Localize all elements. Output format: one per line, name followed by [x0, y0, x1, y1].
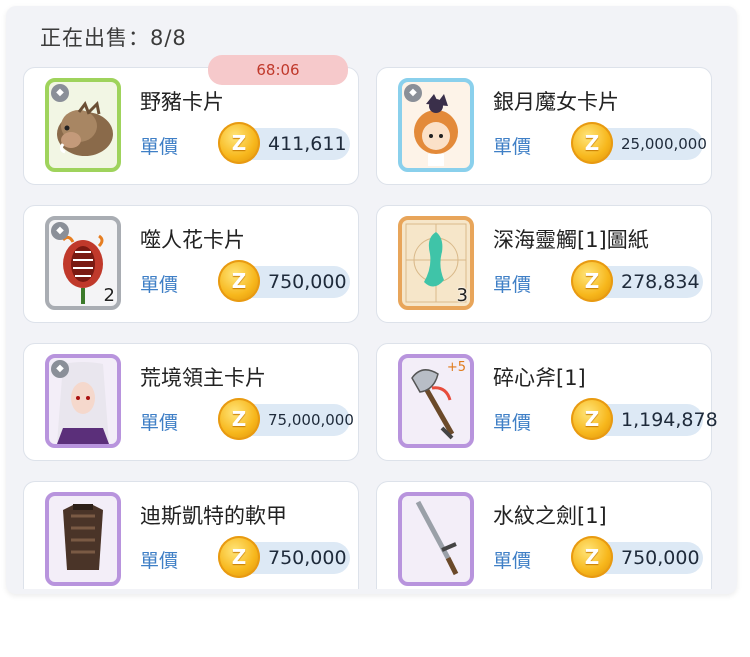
silver-moon-witch-card-icon: ◆: [398, 78, 474, 172]
listing-card-wasteland-lord[interactable]: ◆ 荒境領主卡片 單價 Z 75,000,000: [23, 343, 359, 461]
zeny-coin-icon: Z: [571, 398, 613, 440]
item-quantity: 2: [103, 285, 115, 306]
wasteland-lord-card-icon: ◆: [45, 354, 121, 448]
selling-count-title: 正在出售：8/8: [40, 26, 187, 50]
item-price: 411,611: [268, 133, 347, 155]
refine-level: +5: [446, 360, 466, 375]
price-pill: Z 25,000,000: [571, 122, 707, 164]
item-name: 水紋之劍[1]: [493, 504, 607, 528]
listing-card-sword[interactable]: 水紋之劍[1] 單價 Z 750,000: [376, 481, 712, 589]
man-eater-flower-card-icon: ◆ 2: [45, 216, 121, 310]
wild-boar-card-icon: ◆: [45, 78, 121, 172]
zeny-coin-icon: Z: [218, 536, 260, 578]
zeny-coin-icon: Z: [218, 122, 260, 164]
armor-icon: [45, 492, 121, 586]
price-pill: Z 750,000: [218, 260, 350, 302]
item-name: 噬人花卡片: [140, 228, 245, 252]
blueprint-icon: 3: [398, 216, 474, 310]
item-price: 750,000: [621, 547, 700, 569]
unit-price-label: 單價: [493, 274, 532, 296]
item-price: 750,000: [268, 271, 347, 293]
item-name: 迪斯凱特的軟甲: [140, 504, 287, 528]
price-pill: Z 1,194,878: [571, 398, 718, 440]
item-price: 278,834: [621, 271, 700, 293]
listing-card-silver-moon-witch[interactable]: ◆ 銀月魔女卡片 單價 Z 25,000,000: [376, 67, 712, 185]
item-price: 750,000: [268, 547, 347, 569]
card-type-badge: ◆: [51, 360, 69, 378]
item-quantity: 3: [456, 285, 468, 306]
price-pill: Z 278,834: [571, 260, 703, 302]
zeny-coin-icon: Z: [218, 260, 260, 302]
card-type-badge: ◆: [51, 222, 69, 240]
listing-card-man-eater[interactable]: ◆ 2 噬人花卡片 單價 Z 750,000: [23, 205, 359, 323]
sword-icon: [398, 492, 474, 586]
zeny-coin-icon: Z: [571, 536, 613, 578]
listing-card-armor[interactable]: 迪斯凱特的軟甲 單價 Z 750,000: [23, 481, 359, 589]
item-price: 1,194,878: [621, 409, 718, 431]
item-name: 銀月魔女卡片: [493, 90, 619, 114]
zeny-coin-icon: Z: [571, 260, 613, 302]
card-type-badge: ◆: [51, 84, 69, 102]
zeny-coin-icon: Z: [571, 122, 613, 164]
item-name: 碎心斧[1]: [493, 366, 586, 390]
listing-card-blueprint[interactable]: 3 深海靈觸[1]圖紙 單價 Z 278,834: [376, 205, 712, 323]
unit-price-label: 單價: [140, 274, 179, 296]
unit-price-label: 單價: [140, 136, 179, 158]
item-price: 25,000,000: [621, 135, 707, 153]
item-name: 野豬卡片: [140, 90, 224, 114]
listing-timer: 68:06: [208, 55, 348, 85]
price-pill: Z 750,000: [571, 536, 703, 578]
item-price: 75,000,000: [268, 411, 354, 429]
unit-price-label: 單價: [493, 550, 532, 572]
item-name: 荒境領主卡片: [140, 366, 266, 390]
unit-price-label: 單價: [140, 412, 179, 434]
item-name: 深海靈觸[1]圖紙: [493, 228, 649, 252]
unit-price-label: 單價: [493, 136, 532, 158]
zeny-coin-icon: Z: [218, 398, 260, 440]
price-pill: Z 411,611: [218, 122, 350, 164]
axe-icon: +5: [398, 354, 474, 448]
listing-card-axe[interactable]: +5 碎心斧[1] 單價 Z 1,194,878: [376, 343, 718, 461]
price-pill: Z 750,000: [218, 536, 350, 578]
card-type-badge: ◆: [404, 84, 422, 102]
unit-price-label: 單價: [140, 550, 179, 572]
price-pill: Z 75,000,000: [218, 398, 354, 440]
unit-price-label: 單價: [493, 412, 532, 434]
